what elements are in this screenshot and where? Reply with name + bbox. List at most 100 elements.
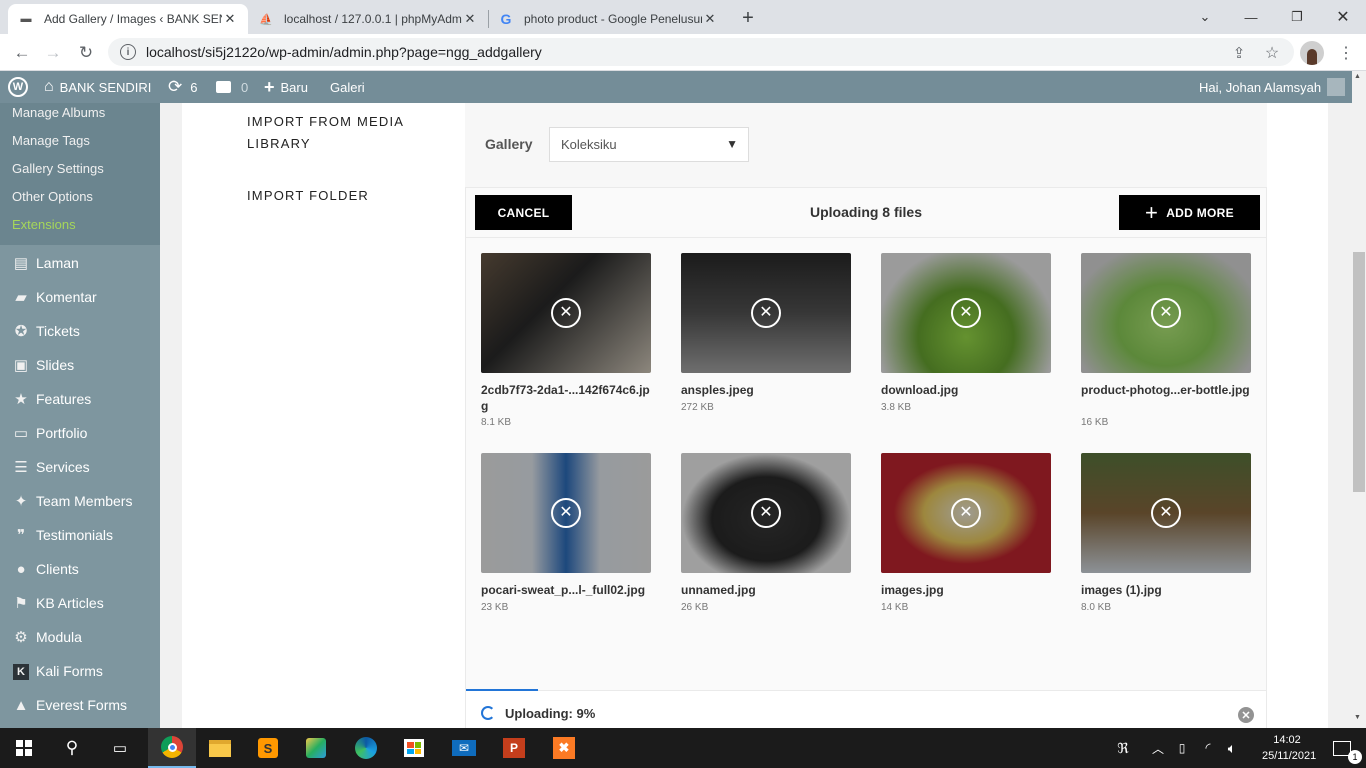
add-more-button[interactable]: + ADD MORE (1119, 195, 1260, 230)
sidebar-item-laman[interactable]: ▤ Laman (0, 246, 160, 280)
home-icon: ⌂ (44, 78, 54, 95)
account-menu[interactable]: Hai, Johan Alamsyah (1199, 71, 1346, 103)
tab-add-gallery[interactable]: ▬ Add Gallery / Images ‹ BANK SENDIRI ✕ (8, 4, 248, 34)
site-info-icon[interactable]: i (120, 44, 136, 60)
scroll-up-icon[interactable]: ▲ (1354, 73, 1361, 80)
sidebar-item-kb-articles[interactable]: ⚑ KB Articles (0, 586, 160, 620)
form-icon: ▲ (13, 696, 29, 714)
new-content-link[interactable]: + Baru (264, 71, 308, 103)
upload-progress-fill (466, 689, 538, 691)
app-icon[interactable] (292, 728, 340, 768)
scroll-down-icon[interactable]: ▼ (1354, 714, 1361, 721)
store-icon[interactable] (390, 728, 438, 768)
wifi-icon[interactable]: ◜ (1196, 728, 1220, 768)
file-thumbnail: ✕ (1081, 253, 1251, 373)
reload-icon[interactable]: ↻ (73, 40, 99, 66)
close-tab-icon[interactable]: ✕ (222, 11, 238, 27)
xampp-icon[interactable]: ✖ (540, 728, 588, 768)
sidebar-item-modula[interactable]: ⚙ Modula (0, 620, 160, 654)
chevron-up-icon[interactable]: ︿ (1146, 728, 1170, 768)
file-size: 16 KB (1081, 417, 1109, 428)
tab-phpmyadmin[interactable]: ⛵ localhost / 127.0.0.1 | phpMyAdmin ✕ (248, 4, 488, 34)
user-avatar (1327, 78, 1346, 96)
sublime-text-icon[interactable]: S (244, 728, 292, 768)
galeri-link[interactable]: Galeri (330, 71, 365, 103)
edge-icon[interactable] (342, 728, 390, 768)
gear-icon: ⚙ (14, 629, 28, 646)
task-view-icon[interactable]: ▭ (96, 728, 144, 768)
site-name-link[interactable]: ⌂ BANK SENDIRI (44, 71, 151, 103)
import-media-library-link[interactable]: IMPORT FROM MEDIA LIBRARY (247, 111, 404, 155)
submenu-extensions[interactable]: Extensions (12, 214, 76, 234)
powerpoint-icon[interactable]: P (490, 728, 538, 768)
comment-icon: ▰ (15, 289, 27, 306)
sidebar-item-slides[interactable]: ▣ Slides (0, 348, 160, 382)
address-bar[interactable]: i localhost/si5j2122o/wp-admin/admin.php… (108, 38, 1294, 66)
profile-avatar[interactable] (1300, 41, 1324, 65)
sidebar-item-kali-forms[interactable]: K Kali Forms (0, 654, 160, 688)
remove-file-icon[interactable]: ✕ (751, 498, 781, 528)
sidebar-item-portfolio[interactable]: ▭ Portfolio (0, 416, 160, 450)
comments-link[interactable]: 0 (216, 71, 248, 103)
sidebar-item-services[interactable]: ☰ Services (0, 450, 160, 484)
comment-bubble-icon (216, 81, 231, 93)
scrollbar-thumb[interactable] (1353, 252, 1365, 492)
remove-file-icon[interactable]: ✕ (951, 498, 981, 528)
tab-google[interactable]: G photo product - Google Penelusuran ✕ (488, 4, 728, 34)
bookmark-star-icon[interactable]: ☆ (1259, 40, 1285, 66)
cancel-button[interactable]: CANCEL (475, 195, 572, 230)
people-icon[interactable]: ℜ (1108, 728, 1138, 768)
minimize-icon[interactable]: — (1228, 0, 1274, 34)
k-icon: K (8, 662, 34, 680)
sidebar-item-features[interactable]: ★ Features (0, 382, 160, 416)
sidebar-item-tickets[interactable]: ✪ Tickets (0, 314, 160, 348)
submenu-gallery-settings[interactable]: Gallery Settings (12, 158, 104, 178)
remove-file-icon[interactable]: ✕ (551, 298, 581, 328)
submenu-other-options[interactable]: Other Options (12, 186, 93, 206)
file-explorer-icon[interactable] (196, 728, 244, 768)
remove-file-icon[interactable]: ✕ (951, 298, 981, 328)
submenu-manage-tags[interactable]: Manage Tags (12, 130, 90, 150)
share-icon[interactable]: ⇪ (1226, 40, 1252, 66)
submenu-manage-albums[interactable]: Manage Albums (12, 102, 105, 122)
star-icon: ★ (14, 391, 28, 408)
chrome-taskbar-icon[interactable] (148, 728, 196, 768)
sidebar-item-everest-forms[interactable]: ▲ Everest Forms (0, 688, 160, 722)
mail-icon[interactable]: ✉ (440, 728, 488, 768)
close-tab-icon[interactable]: ✕ (462, 11, 478, 27)
file-name: ansples.jpeg (681, 383, 754, 397)
remove-file-icon[interactable]: ✕ (751, 298, 781, 328)
close-window-icon[interactable]: ✕ (1320, 0, 1366, 34)
file-size: 23 KB (481, 602, 509, 613)
sidebar-item-komentar[interactable]: ▰ Komentar (0, 280, 160, 314)
close-tab-icon[interactable]: ✕ (702, 11, 718, 27)
notifications-icon[interactable]: 1 (1318, 728, 1366, 768)
remove-file-icon[interactable]: ✕ (1151, 498, 1181, 528)
sidebar-item-team-members[interactable]: ✦ Team Members (0, 484, 160, 518)
remove-file-icon[interactable]: ✕ (551, 498, 581, 528)
updates-link[interactable]: ⟳ 6 (168, 71, 197, 103)
book-icon: ⚑ (14, 595, 28, 612)
system-clock[interactable]: 14:02 25/11/2021 (1262, 732, 1316, 764)
images-icon: ▣ (13, 357, 29, 374)
file-name: images.jpg (881, 583, 944, 597)
cancel-upload-icon[interactable]: ✕ (1238, 707, 1254, 723)
back-icon[interactable]: ← (9, 40, 35, 66)
tab-search-icon[interactable]: ⌄ (1182, 0, 1228, 34)
chevron-down-icon: ▼ (726, 137, 738, 151)
sidebar-item-testimonials[interactable]: ❞ Testimonials (0, 518, 160, 552)
import-folder-link[interactable]: IMPORT FOLDER (247, 185, 369, 207)
new-tab-button[interactable]: + (736, 6, 760, 30)
wordpress-logo-icon[interactable]: W (6, 71, 30, 103)
windows-start-icon[interactable] (0, 728, 48, 768)
search-icon[interactable]: ⚲ (48, 728, 96, 768)
forward-icon[interactable]: → (40, 40, 66, 66)
phpmyadmin-icon: ⛵ (259, 13, 273, 26)
volume-icon[interactable]: 🔈︎ (1220, 728, 1244, 768)
maximize-icon[interactable]: ❐ (1274, 0, 1320, 34)
network-icon[interactable]: ▯ (1170, 728, 1194, 768)
remove-file-icon[interactable]: ✕ (1151, 298, 1181, 328)
sidebar-item-clients[interactable]: ● Clients (0, 552, 160, 586)
chrome-menu-icon[interactable]: ⋮ (1333, 40, 1359, 66)
gallery-select[interactable]: Koleksiku ▼ (549, 127, 749, 162)
